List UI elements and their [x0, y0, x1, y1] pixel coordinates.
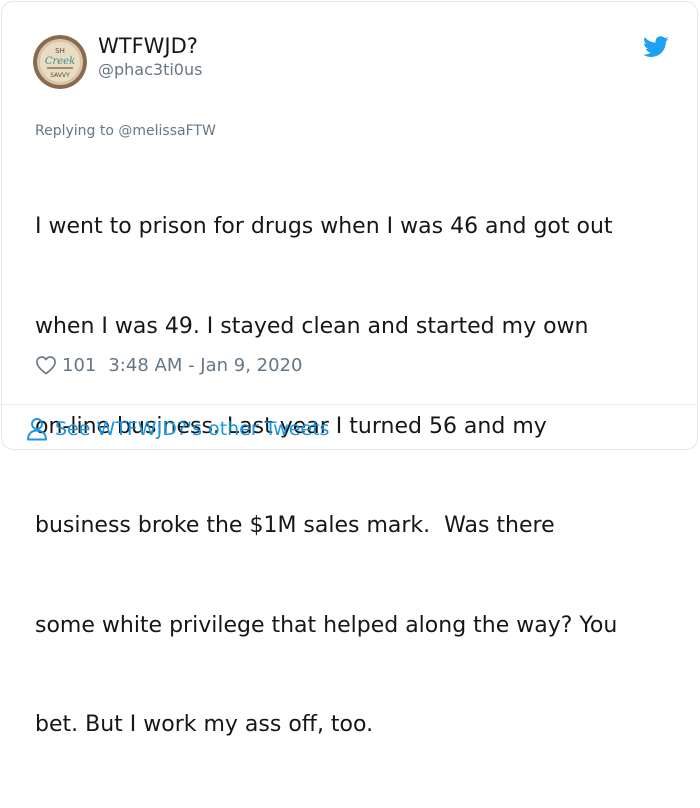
avatar-text-mid: Creek — [45, 56, 75, 67]
tweet-meta: 101 3:48 AM - Jan 9, 2020 — [35, 352, 302, 378]
reply-mention-link[interactable]: @melissaFTW — [118, 123, 215, 139]
see-other-tweets-link[interactable]: See WTFWJD?'s other Tweets — [26, 416, 329, 442]
reply-context: Replying to @melissaFTW — [35, 122, 216, 140]
footer-divider — [2, 404, 697, 405]
embedded-tweet-card: SH Creek SAVVY WTFWJD? @phac3ti0us Reply… — [1, 1, 698, 737]
like-count[interactable]: 101 — [62, 355, 96, 376]
author-block[interactable]: WTFWJD? @phac3ti0us — [98, 33, 202, 81]
tweet-text-line: I went to prison for drugs when I was 46… — [35, 214, 613, 240]
author-display-name[interactable]: WTFWJD? — [98, 33, 202, 59]
reply-prefix: Replying to — [35, 123, 119, 139]
avatar-image: SH Creek SAVVY — [33, 35, 87, 89]
tweet-text-line: some white privilege that helped along t… — [35, 612, 618, 638]
tweet-text-line: business broke the $1M sales mark. Was t… — [35, 513, 555, 539]
see-other-tweets-label[interactable]: See WTFWJD?'s other Tweets — [55, 418, 329, 440]
avatar-text-top: SH — [55, 47, 65, 55]
heart-icon[interactable] — [35, 355, 57, 375]
tweet-text-line: when I was 49. I stayed clean and starte… — [35, 314, 589, 340]
avatar[interactable]: SH Creek SAVVY — [33, 35, 87, 89]
avatar-text-bottom: SAVVY — [50, 72, 70, 79]
tweet-text: I went to prison for drugs when I was 46… — [35, 144, 680, 808]
twitter-bird-icon[interactable] — [643, 36, 669, 58]
author-handle[interactable]: @phac3ti0us — [98, 59, 202, 81]
person-icon — [27, 418, 47, 441]
tweet-timestamp[interactable]: 3:48 AM - Jan 9, 2020 — [108, 355, 302, 376]
tweet-text-line: bet. But I work my ass off, too. — [35, 712, 374, 738]
